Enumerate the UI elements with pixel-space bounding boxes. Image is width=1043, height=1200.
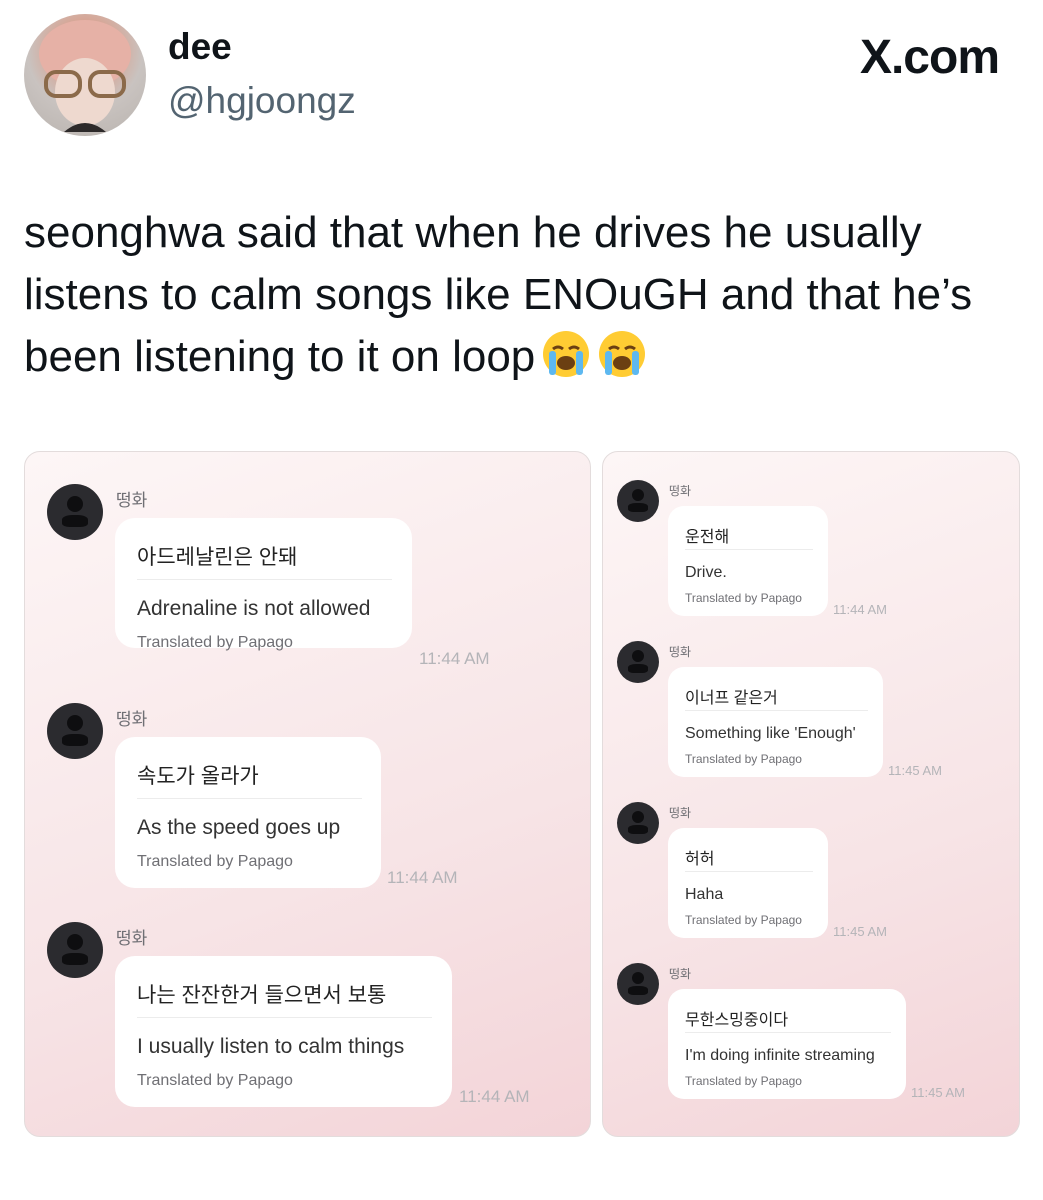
default-profile-icon [617, 480, 659, 522]
user-handle[interactable]: @hgjoongz [168, 80, 356, 122]
message-time: 11:45 AM [888, 763, 942, 778]
message-korean: 아드레날린은 안돼 [137, 546, 298, 569]
translation-credit: Translated by Papago [137, 853, 293, 870]
sender-name: 떵화 [116, 929, 148, 948]
message-korean: 허허 [685, 851, 715, 868]
display-name[interactable]: dee [168, 26, 232, 68]
sender-name: 떵화 [116, 710, 148, 729]
message-translation: As the speed goes up [137, 816, 341, 839]
chat-screenshot-right[interactable]: 떵화 운전해 Drive. Translated by Papago 11:44… [602, 451, 1020, 1137]
message-translation: I usually listen to calm things [137, 1035, 405, 1058]
message-time: 11:44 AM [419, 649, 490, 668]
translation-credit: Translated by Papago [685, 591, 802, 605]
loudly-crying-face-icon [599, 331, 646, 377]
sender-name: 떵화 [116, 491, 148, 510]
default-profile-icon [47, 703, 103, 759]
bubble-divider [685, 1032, 891, 1033]
default-profile-icon [617, 963, 659, 1005]
translation-credit: Translated by Papago [685, 1074, 802, 1088]
avatar-photo [39, 20, 131, 132]
default-profile-icon [47, 484, 103, 540]
default-profile-icon [617, 802, 659, 844]
message-time: 11:45 AM [833, 924, 887, 939]
translation-credit: Translated by Papago [685, 752, 802, 766]
chat-screenshot-left[interactable]: 떵화 아드레날린은 안돼 Adrenaline is not allowed T… [24, 451, 591, 1137]
message-korean: 이너프 같은거 [685, 690, 778, 707]
message-time: 11:44 AM [833, 602, 887, 617]
message-time: 11:44 AM [459, 1087, 530, 1106]
bubble-divider [685, 710, 868, 711]
loudly-crying-face-icon [543, 331, 590, 377]
translation-credit: Translated by Papago [685, 913, 802, 927]
translation-credit: Translated by Papago [137, 634, 293, 651]
message-korean: 무한스밍중이다 [685, 1012, 789, 1029]
sender-name: 떵화 [669, 967, 692, 981]
tweet-text: seonghwa said that when he drives he usu… [24, 202, 1014, 388]
bubble-divider [685, 549, 813, 550]
bubble-divider [137, 1017, 432, 1018]
message-korean: 속도가 올라가 [137, 765, 259, 788]
bubble-divider [137, 579, 392, 580]
message-translation: Haha [685, 886, 724, 903]
message-translation: Something like 'Enough' [685, 725, 856, 742]
message-time: 11:45 AM [911, 1085, 965, 1100]
bubble-divider [685, 871, 813, 872]
message-bubble [115, 518, 412, 648]
tweet-body: seonghwa said that when he drives he usu… [24, 208, 973, 381]
user-avatar[interactable] [24, 14, 146, 136]
translation-credit: Translated by Papago [137, 1072, 293, 1089]
default-profile-icon [47, 922, 103, 978]
message-korean: 나는 잔잔한거 들으면서 보통 [137, 984, 387, 1007]
message-translation: Adrenaline is not allowed [137, 597, 371, 620]
x-logo: X.com [859, 31, 1000, 84]
default-profile-icon [617, 641, 659, 683]
message-translation: Drive. [685, 564, 727, 581]
message-translation: I'm doing infinite streaming [685, 1047, 875, 1064]
sender-name: 떵화 [669, 806, 692, 820]
sender-name: 떵화 [669, 645, 692, 659]
bubble-divider [137, 798, 362, 799]
message-korean: 운전해 [685, 529, 730, 546]
sender-name: 떵화 [669, 484, 692, 498]
message-time: 11:44 AM [387, 868, 458, 887]
